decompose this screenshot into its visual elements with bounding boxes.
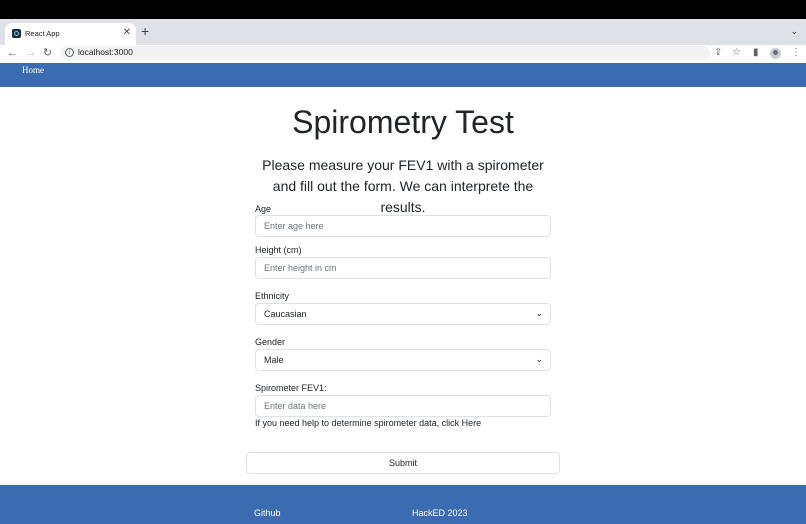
nav-home-link[interactable]: Home bbox=[22, 65, 44, 75]
react-favicon-icon bbox=[12, 29, 21, 38]
share-icon[interactable]: ⇪ bbox=[714, 47, 722, 59]
height-input[interactable]: Enter height in cm bbox=[255, 257, 551, 279]
gender-select[interactable]: Male ⌄ bbox=[255, 349, 551, 371]
new-tab-button[interactable]: + bbox=[141, 24, 149, 38]
close-tab-icon[interactable]: ✕ bbox=[123, 27, 131, 38]
ethnicity-selected-value: Caucasian bbox=[264, 309, 307, 319]
fev1-input[interactable]: Enter data here bbox=[255, 395, 551, 417]
fev1-label: Spirometer FEV1: bbox=[255, 383, 327, 393]
browser-tab-strip: React App ✕ bbox=[0, 19, 806, 45]
main-content: Spirometry Test Please measure your FEV1… bbox=[0, 87, 806, 485]
chevron-down-icon: ⌄ bbox=[535, 355, 543, 365]
back-arrow-icon[interactable]: ← bbox=[7, 46, 18, 60]
height-label: Height (cm) bbox=[255, 245, 302, 255]
age-label: Age bbox=[255, 204, 272, 214]
footer-github-link[interactable]: Github bbox=[254, 508, 281, 518]
ethnicity-select[interactable]: Caucasian ⌄ bbox=[255, 303, 551, 325]
site-navbar: Home bbox=[0, 63, 806, 87]
chevron-down-icon: ⌄ bbox=[535, 309, 543, 319]
browser-tab[interactable]: React App ✕ bbox=[5, 23, 136, 45]
url-text: localhost:3000 bbox=[78, 47, 133, 57]
address-bar[interactable]: i localhost:3000 bbox=[60, 46, 710, 60]
submit-button[interactable]: Submit bbox=[246, 452, 560, 474]
forward-arrow-icon[interactable]: → bbox=[25, 46, 36, 60]
browser-menu-icon[interactable]: ⋮ bbox=[791, 47, 801, 59]
site-footer: Github HackED 2023 bbox=[0, 485, 806, 524]
footer-hacked-text: HackED 2023 bbox=[412, 508, 468, 518]
profile-avatar-icon[interactable] bbox=[770, 48, 781, 59]
tab-search-chevron-icon[interactable]: ⌄ bbox=[790, 26, 798, 37]
side-panel-icon[interactable]: ▮ bbox=[753, 47, 759, 59]
browser-toolbar: ← → ↻ i localhost:3000 ⇪ ☆ ▮ ⋮ bbox=[0, 45, 806, 63]
os-top-bar bbox=[0, 0, 806, 19]
tab-title: React App bbox=[25, 29, 60, 38]
bookmark-star-icon[interactable]: ☆ bbox=[732, 47, 741, 59]
page-title: Spirometry Test bbox=[292, 104, 514, 140]
page-subtitle: Please measure your FEV1 with a spiromet… bbox=[262, 157, 544, 215]
age-input[interactable]: Enter age here bbox=[255, 215, 551, 237]
site-info-icon[interactable]: i bbox=[65, 48, 74, 57]
gender-selected-value: Male bbox=[264, 355, 284, 365]
reload-icon[interactable]: ↻ bbox=[43, 46, 52, 60]
ethnicity-label: Ethnicity bbox=[255, 291, 290, 301]
help-text-link[interactable]: If you need help to determine spirometer… bbox=[255, 418, 481, 428]
gender-label: Gender bbox=[255, 337, 286, 347]
